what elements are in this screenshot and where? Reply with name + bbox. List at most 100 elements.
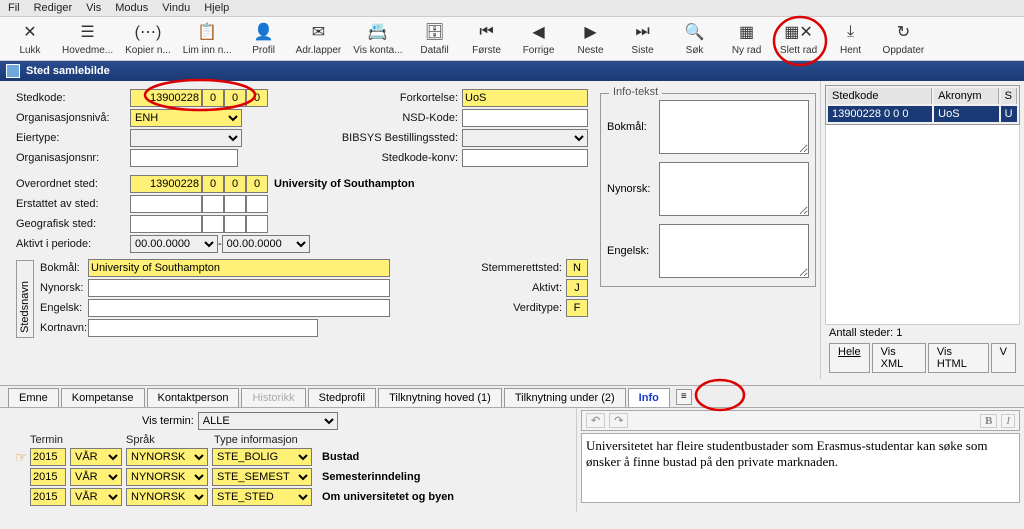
rtf-undo-icon[interactable]: ↶ [586, 413, 605, 428]
stedkode-p3[interactable] [246, 89, 268, 107]
erst-p2[interactable] [224, 195, 246, 213]
rtf-editor[interactable]: Universitetet har fleire studentbustader… [581, 433, 1020, 503]
over-p2[interactable] [224, 175, 246, 193]
col-stedkode[interactable]: Stedkode [828, 88, 932, 104]
col-akronym[interactable]: Akronym [934, 88, 999, 104]
aktivt-input[interactable] [566, 279, 588, 297]
menu-rediger[interactable]: Rediger [34, 2, 73, 14]
tabs-extra-icon[interactable]: ≡ [676, 389, 692, 405]
grid-row[interactable]: ☞VÅRNYNORSKSTE_BOLIGBustad [12, 448, 568, 466]
grid-row[interactable]: VÅRNYNORSKSTE_STEDOm universitetet og by… [12, 488, 568, 506]
stemmeret-input[interactable] [566, 259, 588, 277]
toolbar-oppdater[interactable]: ↻Oppdater [877, 19, 931, 58]
table-row[interactable]: 13900228 0 0 0 UoS U [828, 106, 1017, 122]
menu-vindu[interactable]: Vindu [162, 2, 190, 14]
geo-main[interactable] [130, 215, 202, 233]
toolbar-hent[interactable]: ⤓Hent [825, 19, 877, 58]
tab-stedprofil[interactable]: Stedprofil [308, 388, 376, 407]
tab-historikk: Historikk [241, 388, 305, 407]
row-year[interactable] [30, 488, 66, 506]
toolbar-siste[interactable]: ⏭Siste [617, 19, 669, 58]
btn-v[interactable]: V [991, 343, 1016, 373]
stedkonv-input[interactable] [462, 149, 588, 167]
label-nsd: NSD-Kode: [242, 112, 462, 124]
nsd-input[interactable] [462, 109, 588, 127]
over-main[interactable] [130, 175, 202, 193]
toolbar-neste[interactable]: ▶Neste [565, 19, 617, 58]
menu-bar: Fil Rediger Vis Modus Vindu Hjelp [0, 0, 1024, 17]
col-s[interactable]: S [1001, 88, 1017, 104]
geo-p2[interactable] [224, 215, 246, 233]
toolbar-ny-rad[interactable]: ▦Ny rad [721, 19, 773, 58]
forkortelse-input[interactable] [462, 89, 588, 107]
row-lang[interactable]: NYNORSK [126, 468, 208, 486]
erst-main[interactable] [130, 195, 202, 213]
menu-fil[interactable]: Fil [8, 2, 20, 14]
toolbar-adr-lapper[interactable]: ✉Adr.lapper [290, 19, 348, 58]
toolbar-lim-inn-n-[interactable]: 📋Lim inn n... [177, 19, 238, 58]
menu-hjelp[interactable]: Hjelp [204, 2, 229, 14]
periode-from[interactable]: 00.00.0000 [130, 235, 218, 253]
toolbar-f-rste[interactable]: ⏮Første [461, 19, 513, 58]
it-engelsk[interactable] [659, 224, 809, 278]
row-sem[interactable]: VÅR [70, 448, 122, 466]
grid-row[interactable]: VÅRNYNORSKSTE_SEMESTSemesterinndeling [12, 468, 568, 486]
toolbar-datafil[interactable]: 🗄Datafil [409, 19, 461, 58]
toolbar-lukk[interactable]: ✕Lukk [4, 19, 56, 58]
row-sem[interactable]: VÅR [70, 488, 122, 506]
over-p1[interactable] [202, 175, 224, 193]
row-sem[interactable]: VÅR [70, 468, 122, 486]
toolbar-slett-rad[interactable]: ▦✕Slett rad [773, 19, 825, 58]
navn-bokmal[interactable] [88, 259, 390, 277]
stedkode-input[interactable] [130, 89, 202, 107]
menu-vis[interactable]: Vis [86, 2, 101, 14]
periode-to[interactable]: 00.00.0000 [222, 235, 310, 253]
bibsys-select[interactable] [462, 129, 588, 147]
row-year[interactable] [30, 448, 66, 466]
row-type[interactable]: STE_SEMEST [212, 468, 312, 486]
tab-info[interactable]: Info [628, 388, 670, 407]
toolbar-profil[interactable]: 👤Profil [238, 19, 290, 58]
tab-tilknytning-hoved-[interactable]: Tilknytning hoved (1) [378, 388, 502, 407]
navn-engelsk[interactable] [88, 299, 390, 317]
tab-tilknytning-under-[interactable]: Tilknytning under (2) [504, 388, 626, 407]
erst-p1[interactable] [202, 195, 224, 213]
toolbar-label: Lukk [19, 45, 40, 56]
toolbar-s-k[interactable]: 🔍Søk [669, 19, 721, 58]
row-type[interactable]: STE_BOLIG [212, 448, 312, 466]
it-nynorsk[interactable] [659, 162, 809, 216]
tab-emne[interactable]: Emne [8, 388, 59, 407]
geo-p3[interactable] [246, 215, 268, 233]
geo-p1[interactable] [202, 215, 224, 233]
over-p3[interactable] [246, 175, 268, 193]
toolbar-kopier-n-[interactable]: (⋯)Kopier n... [119, 19, 177, 58]
row-lang[interactable]: NYNORSK [126, 448, 208, 466]
row-year[interactable] [30, 468, 66, 486]
btn-vishtml[interactable]: Vis HTML [928, 343, 989, 373]
navn-nynorsk[interactable] [88, 279, 390, 297]
toolbar-hovedme-[interactable]: ☰Hovedme... [56, 19, 119, 58]
toolbar-forrige[interactable]: ◀Forrige [513, 19, 565, 58]
menu-modus[interactable]: Modus [115, 2, 148, 14]
btn-visxml[interactable]: Vis XML [872, 343, 926, 373]
eiertype-select[interactable] [130, 129, 242, 147]
it-bokmal[interactable] [659, 100, 809, 154]
verditype-input[interactable] [566, 299, 588, 317]
kortnavn-input[interactable] [88, 319, 318, 337]
toolbar-vis-konta-[interactable]: 📇Vis konta... [347, 19, 408, 58]
erst-p3[interactable] [246, 195, 268, 213]
rtf-italic-icon[interactable]: I [1001, 414, 1015, 428]
tab-kontaktperson[interactable]: Kontaktperson [147, 388, 240, 407]
vis-termin-select[interactable]: ALLE [198, 412, 338, 430]
label-orgnr: Organisasjonsnr: [16, 152, 130, 164]
btn-hele[interactable]: Hele [829, 343, 870, 373]
row-lang[interactable]: NYNORSK [126, 488, 208, 506]
orgnr-input[interactable] [130, 149, 238, 167]
stedkode-p2[interactable] [224, 89, 246, 107]
rtf-redo-icon[interactable]: ↷ [609, 413, 628, 428]
row-type[interactable]: STE_STED [212, 488, 312, 506]
orgniva-select[interactable]: ENH [130, 109, 242, 127]
tab-kompetanse[interactable]: Kompetanse [61, 388, 145, 407]
rtf-bold-icon[interactable]: B [980, 414, 997, 428]
stedkode-p1[interactable] [202, 89, 224, 107]
